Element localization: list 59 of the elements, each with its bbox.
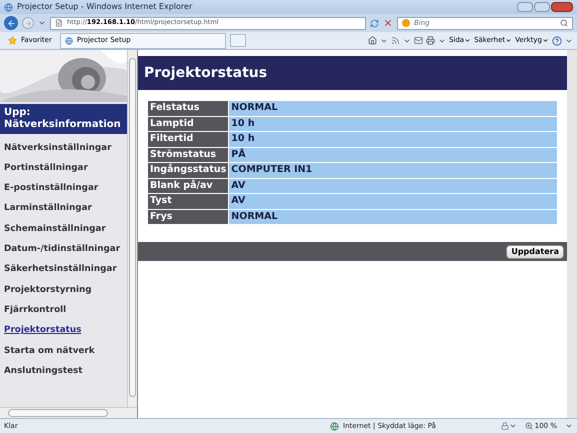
- stop-icon[interactable]: [383, 18, 393, 28]
- caret-icon[interactable]: [38, 19, 46, 27]
- status-value: NORMAL: [229, 101, 557, 116]
- caret-icon[interactable]: [508, 422, 517, 430]
- lock-icon[interactable]: [500, 422, 509, 430]
- sidebar-link[interactable]: Portinställningar: [0, 158, 127, 179]
- mail-icon[interactable]: [414, 36, 423, 45]
- close-button[interactable]: [551, 2, 573, 12]
- sidebar-link[interactable]: E-postinställningar: [0, 178, 127, 199]
- page-globe-icon: [64, 36, 73, 44]
- caret-icon[interactable]: [565, 422, 573, 430]
- sidebar-header[interactable]: Upp: Nätverksinformation: [0, 104, 127, 134]
- globe-icon: [330, 422, 339, 430]
- page-heading: Projektorstatus: [144, 64, 268, 82]
- status-label: Tyst: [148, 194, 228, 208]
- status-label: Blank på/av: [148, 178, 228, 193]
- status-label: Frys: [148, 210, 228, 224]
- browser-icon: [4, 2, 13, 12]
- status-value: NORMAL: [229, 210, 557, 224]
- back-arrow-icon[interactable]: [6, 18, 16, 28]
- sidebar-link[interactable]: Larminställningar: [0, 198, 127, 220]
- search-icon[interactable]: [560, 19, 568, 27]
- window-title: Projector Setup - Windows Internet Explorer: [17, 1, 192, 13]
- status-label: Lamptid: [148, 116, 228, 131]
- search-provider-icon: [402, 19, 410, 27]
- sidebar-link[interactable]: Projektorstatus: [0, 320, 127, 341]
- caret-icon[interactable]: [505, 37, 512, 44]
- sidebar-link[interactable]: Säkerhetsinställningar: [0, 260, 127, 280]
- feed-icon[interactable]: [390, 36, 400, 45]
- caret-icon[interactable]: [542, 37, 549, 44]
- sidebar-link[interactable]: Schemainställningar: [0, 219, 127, 240]
- back-button[interactable]: [4, 16, 18, 30]
- sidebar-link[interactable]: Nätverksinställningar: [0, 138, 127, 158]
- print-icon[interactable]: [426, 36, 435, 45]
- sidebar-link[interactable]: Fjärrkontroll: [0, 300, 127, 321]
- status-value: 10 h: [229, 116, 557, 131]
- update-button[interactable]: Uppdatera: [506, 244, 564, 258]
- status-value: PÅ: [229, 148, 557, 162]
- sidebar-link[interactable]: Starta om nätverk: [0, 340, 127, 362]
- caret-icon[interactable]: [464, 37, 472, 44]
- status-value: AV: [229, 178, 557, 193]
- status-label: Strömstatus: [148, 148, 228, 162]
- zoom-icon[interactable]: [524, 422, 533, 430]
- help-icon[interactable]: [552, 36, 562, 46]
- page-icon: [55, 19, 63, 27]
- status-label: Ingångsstatus: [148, 163, 228, 178]
- horizontal-scrollbar[interactable]: [0, 407, 137, 418]
- status-value: AV: [229, 194, 557, 208]
- sidebar-link[interactable]: Anslutningstest: [0, 361, 127, 382]
- status-label: Filtertid: [148, 132, 228, 146]
- home-icon[interactable]: [368, 36, 377, 45]
- sidebar-link[interactable]: Datum-/tidinställningar: [0, 239, 127, 260]
- status-value: 10 h: [229, 132, 557, 146]
- vertical-scrollbar[interactable]: [127, 50, 137, 407]
- status-label: Felstatus: [148, 101, 228, 116]
- sidebar-link[interactable]: Projektorstyrning: [0, 280, 127, 300]
- status-value: COMPUTER IN1: [229, 163, 557, 178]
- star-icon: [8, 36, 17, 45]
- refresh-icon[interactable]: [370, 18, 379, 28]
